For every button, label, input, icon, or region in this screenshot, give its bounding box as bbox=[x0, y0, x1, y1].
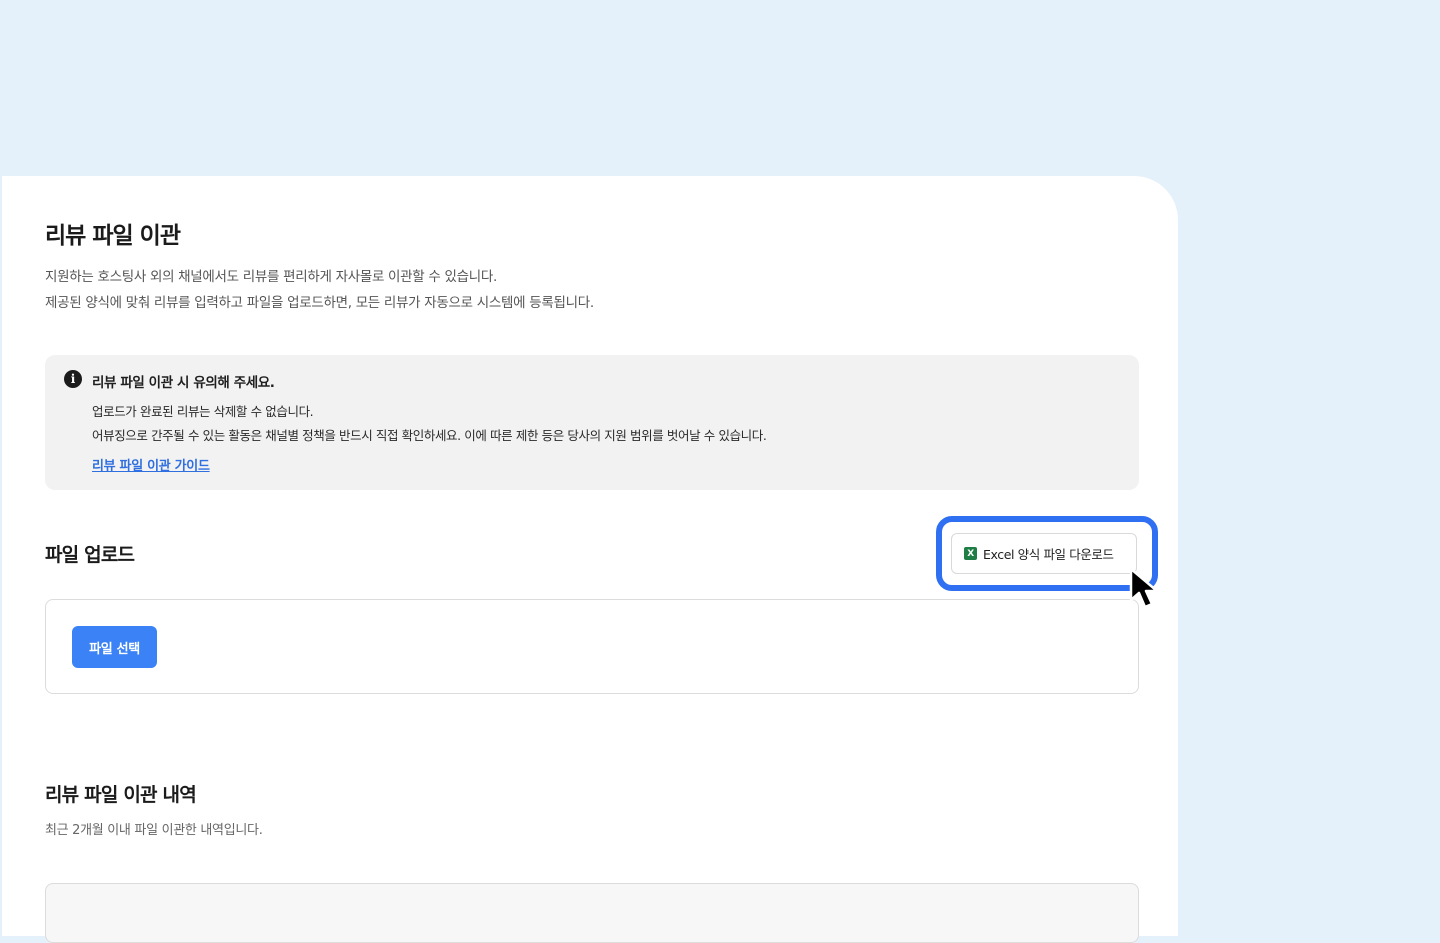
page-description-line: 제공된 양식에 맞춰 리뷰를 입력하고 파일을 업로드하면, 모든 리뷰가 자동… bbox=[45, 295, 594, 311]
upload-dropzone[interactable]: 파일 선택 bbox=[45, 599, 1139, 694]
excel-button-label: Excel 양식 파일 다운로드 bbox=[983, 547, 1114, 562]
info-icon: i bbox=[64, 370, 82, 388]
content-panel: 리뷰 파일 이관 지원하는 호스팅사 외의 채널에서도 리뷰를 편리하게 자사몰… bbox=[2, 176, 1178, 943]
excel-icon: X bbox=[964, 547, 977, 560]
excel-template-download-button[interactable]: X Excel 양식 파일 다운로드 bbox=[951, 533, 1137, 574]
page-title: 리뷰 파일 이관 bbox=[45, 223, 181, 249]
notice-list: 업로드가 완료된 리뷰는 삭제할 수 없습니다. 어뷰징으로 간주될 수 있는 … bbox=[92, 400, 767, 448]
file-select-button[interactable]: 파일 선택 bbox=[72, 626, 157, 668]
guide-link[interactable]: 리뷰 파일 이관 가이드 bbox=[92, 455, 210, 474]
upload-section-title: 파일 업로드 bbox=[45, 544, 135, 566]
page-description: 지원하는 호스팅사 외의 채널에서도 리뷰를 편리하게 자사몰로 이관할 수 있… bbox=[45, 264, 594, 316]
notice-box: i 리뷰 파일 이관 시 유의해 주세요. 업로드가 완료된 리뷰는 삭제할 수… bbox=[45, 355, 1139, 490]
notice-item: 어뷰징으로 간주될 수 있는 활동은 채널별 정책을 반드시 직접 확인하세요.… bbox=[92, 428, 767, 443]
history-table bbox=[45, 883, 1139, 943]
history-description: 최근 2개월 이내 파일 이관한 내역입니다. bbox=[45, 823, 263, 838]
notice-item: 업로드가 완료된 리뷰는 삭제할 수 없습니다. bbox=[92, 404, 314, 419]
notice-title: 리뷰 파일 이관 시 유의해 주세요. bbox=[92, 375, 275, 391]
page-description-line: 지원하는 호스팅사 외의 채널에서도 리뷰를 편리하게 자사몰로 이관할 수 있… bbox=[45, 269, 497, 285]
history-section-title: 리뷰 파일 이관 내역 bbox=[45, 784, 197, 806]
